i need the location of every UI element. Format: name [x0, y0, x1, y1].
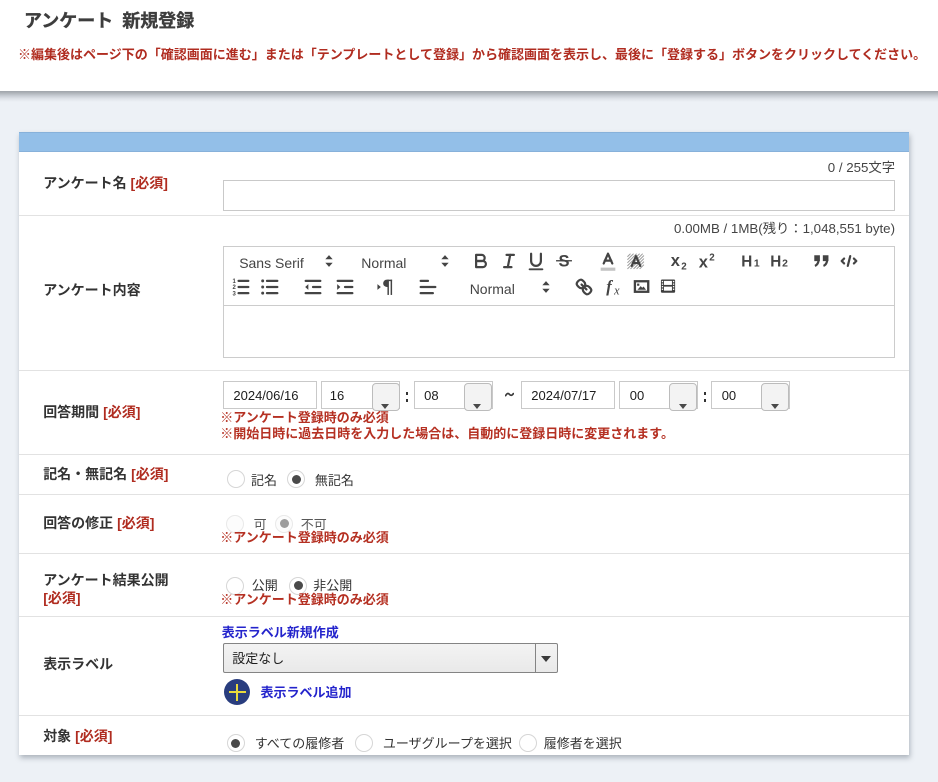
- svg-text:2: 2: [681, 262, 687, 272]
- svg-text:x: x: [698, 254, 708, 272]
- svg-text:2: 2: [709, 252, 715, 263]
- svg-text:3: 3: [232, 291, 236, 297]
- svg-text:x: x: [613, 284, 620, 298]
- svg-text:2: 2: [782, 258, 788, 269]
- svg-text:H: H: [770, 253, 781, 270]
- svg-text:S: S: [558, 253, 569, 271]
- svg-text:H: H: [741, 253, 752, 270]
- svg-text:x: x: [670, 252, 680, 270]
- svg-text:1: 1: [754, 258, 760, 269]
- svg-text:f: f: [606, 277, 613, 296]
- svg-text:2: 2: [232, 285, 236, 291]
